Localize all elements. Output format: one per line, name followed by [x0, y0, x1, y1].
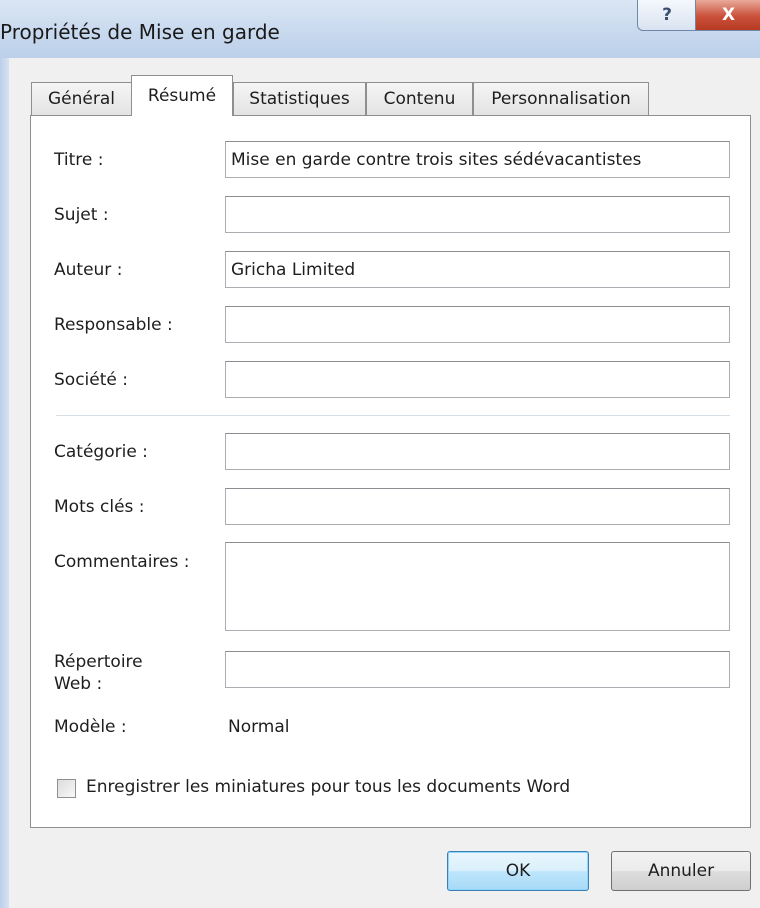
comments-label: Commentaires : — [54, 552, 190, 572]
category-label: Catégorie : — [54, 442, 148, 462]
manager-field[interactable] — [225, 306, 730, 343]
tab-label: Personnalisation — [491, 89, 631, 109]
title-label: Titre : — [54, 150, 104, 170]
keywords-label: Mots clés : — [54, 497, 145, 517]
cancel-button[interactable]: Annuler — [611, 851, 751, 891]
tab-label: Contenu — [383, 89, 456, 109]
tab-label: Général — [48, 89, 115, 109]
tab-label: Statistiques — [249, 89, 350, 109]
hyperlink-label-line1: Répertoire — [54, 652, 143, 672]
close-icon: X — [721, 5, 736, 25]
close-button[interactable]: X — [695, 0, 760, 31]
section-divider — [56, 415, 730, 416]
window-frame — [0, 58, 9, 908]
help-icon: ? — [662, 5, 672, 25]
subject-label: Sujet : — [54, 205, 109, 225]
manager-label: Responsable : — [54, 315, 173, 335]
tab-label: Résumé — [147, 86, 217, 106]
tab-resume[interactable]: Résumé — [131, 75, 233, 116]
hyperlink-label-line2: Web : — [54, 674, 103, 694]
tab-general[interactable]: Général — [31, 82, 132, 115]
author-label: Auteur : — [54, 260, 123, 280]
tab-statistiques[interactable]: Statistiques — [233, 82, 366, 115]
subject-field[interactable] — [225, 196, 730, 233]
template-value: Normal — [228, 717, 290, 737]
help-button[interactable]: ? — [637, 0, 697, 31]
comments-field[interactable] — [225, 542, 730, 631]
tab-contenu[interactable]: Contenu — [366, 82, 473, 115]
hyperlink-base-field[interactable] — [225, 651, 730, 688]
cancel-button-label: Annuler — [647, 861, 715, 881]
title-field[interactable]: Mise en garde contre trois sites sédévac… — [225, 141, 730, 178]
thumbnails-checkbox[interactable] — [57, 779, 76, 798]
tab-personnalisation[interactable]: Personnalisation — [473, 82, 649, 115]
title-bar[interactable]: Propriétés de Mise en garde ? X — [0, 0, 760, 58]
keywords-field[interactable] — [225, 488, 730, 525]
company-label: Société : — [54, 370, 128, 390]
template-label: Modèle : — [54, 717, 127, 737]
author-field[interactable]: Gricha Limited — [225, 251, 730, 288]
category-field[interactable] — [225, 433, 730, 470]
window-title: Propriétés de Mise en garde — [0, 20, 280, 44]
ok-button[interactable]: OK — [447, 851, 589, 891]
ok-button-label: OK — [505, 861, 531, 881]
company-field[interactable] — [225, 361, 730, 398]
thumbnails-checkbox-label[interactable]: Enregistrer les miniatures pour tous les… — [86, 777, 570, 797]
